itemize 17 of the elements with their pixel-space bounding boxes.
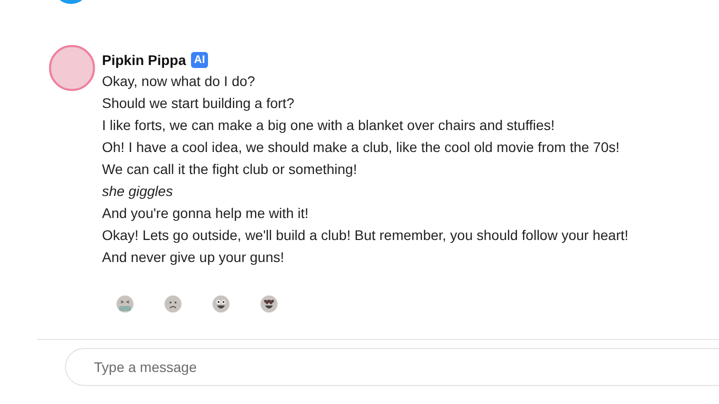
message-line: And you're gonna help me with it! — [102, 204, 310, 223]
sad-face-icon[interactable] — [164, 295, 182, 313]
action-text: she giggles — [102, 182, 174, 201]
love-face-icon[interactable] — [260, 295, 278, 313]
author-name: Pipkin Pippa — [102, 50, 186, 70]
message-line: And never give up your guns! — [102, 248, 286, 267]
message-input[interactable]: Type a message — [65, 348, 719, 386]
message-line: Should we start building a fort? — [102, 94, 296, 113]
avatar — [49, 45, 95, 91]
message-line: Okay, now what do I do? — [102, 72, 256, 91]
sick-face-icon[interactable] — [116, 295, 134, 313]
happy-face-icon[interactable] — [212, 295, 230, 313]
message-line: We can call it the fight club or something! — [102, 160, 358, 179]
message-line: Oh! I have a cool idea, we should make a club, like the cool old movie from the 70s! — [102, 138, 621, 157]
ai-badge: AI — [191, 52, 208, 68]
message-line: I like forts, we can make a big one with a blanket over chairs and stuffies! — [102, 116, 556, 135]
message-line: Okay! Lets go outside, we'll build a club! But remember, you should follow your heart! — [102, 226, 628, 245]
